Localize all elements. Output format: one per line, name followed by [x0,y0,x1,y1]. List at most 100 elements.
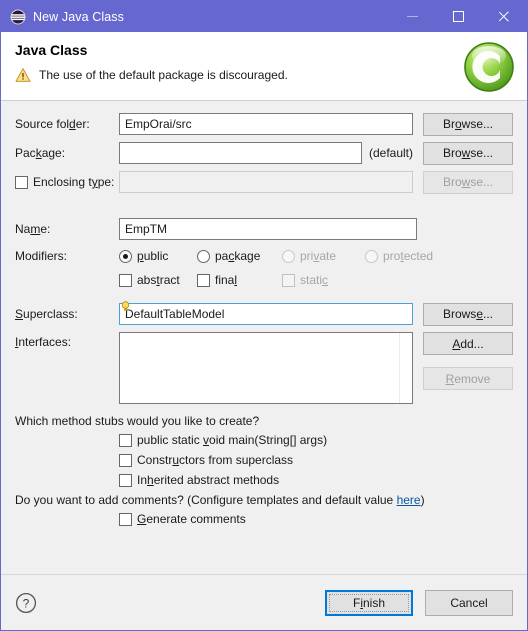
lightbulb-content-assist-icon [121,301,130,312]
mnemonic: I [15,335,19,349]
protected-radio[interactable] [365,249,378,263]
private-label: private [300,249,337,263]
inherited-abstract-label: Inherited abstract methods [137,473,280,487]
mnemonic: t [400,249,404,263]
banner-message-row: The use of the default package is discou… [15,67,288,83]
generate-comments-checkbox[interactable] [119,512,132,526]
enclosing-type-browse-button[interactable]: Browse... [423,170,513,194]
stub-inherited-abstract[interactable]: Inherited abstract methods [15,473,513,487]
enclosing-type-checkbox[interactable] [15,175,28,189]
minimize-icon [406,16,418,17]
abstract-label: abstract [137,273,180,287]
close-button[interactable] [481,1,527,32]
modifier-public[interactable]: public [119,249,197,263]
public-radio[interactable] [119,249,132,263]
superclass-browse-button[interactable]: Browse... [423,302,513,326]
interfaces-remove-button[interactable]: Remove [423,367,513,390]
mnemonic: k [35,146,42,160]
mnemonic: v [313,249,320,263]
name-label: Name: [15,222,51,236]
final-label: final [215,273,238,287]
superclass-row: Superclass: Browse... [15,301,513,326]
mnemonic: u [172,453,180,467]
superclass-input[interactable] [119,303,413,325]
enclosing-type-label-group: Enclosing type: [15,175,119,189]
finish-button[interactable]: Finish [325,589,413,616]
modifier-private[interactable]: private [282,249,365,263]
interfaces-label: Interfaces: [15,335,72,349]
modifier-final[interactable]: final [197,273,282,287]
interfaces-row: Interfaces: Add... Remove [15,332,513,404]
main-method-label: public static void main(String[] args) [137,433,328,447]
superclass-label: Superclass: [15,307,78,321]
java-class-icon [10,9,26,25]
modifier-abstract[interactable]: abstract [119,273,197,287]
modifiers-access-row: Modifiers: public package private protec… [15,247,513,265]
comments-question-text: Do you want to add comments? (Configure … [15,493,397,507]
mnemonic: y [91,175,98,189]
package-row: Package: (default) Browse... [15,141,513,165]
comments-question-tail: ) [420,493,425,507]
source-folder-row: Source folder: Browse... [15,112,513,136]
configure-templates-link[interactable]: here [397,493,421,507]
interfaces-buttons: Add... Remove [413,332,513,402]
method-stubs-question: Which method stubs would you like to cre… [15,414,260,428]
dialog-body: Source folder: Browse... Package: (defau… [1,101,527,574]
maximize-icon [452,11,464,22]
protected-label: protected [383,249,434,263]
window-title: New Java Class [33,9,125,24]
package-radio[interactable] [197,249,210,263]
generate-comments-label: Generate comments [137,512,246,526]
package-label: Package: [15,146,66,160]
package-browse-button[interactable]: Browse... [423,141,513,165]
enclosing-type-input[interactable] [119,171,413,193]
stub-constructors[interactable]: Constructors from superclass [15,453,513,467]
interfaces-list[interactable] [119,332,413,404]
modifier-protected[interactable]: protected [365,249,433,263]
help-question-icon[interactable]: ? [15,592,37,614]
mnemonic: G [137,512,147,526]
mnemonic: c [322,273,329,287]
close-icon [498,10,511,23]
mnemonic: w [461,175,471,189]
mnemonic: R [445,371,455,386]
name-row: Name: [15,218,513,240]
modifier-package[interactable]: package [197,249,282,263]
package-input[interactable] [119,142,362,164]
final-checkbox[interactable] [197,273,210,287]
constructors-label: Constructors from superclass [137,453,294,467]
modifier-static[interactable]: static [282,273,328,287]
package-modifier-label: package [215,249,261,263]
private-radio[interactable] [282,249,295,263]
mnemonic: w [461,146,471,160]
mnemonic: o [454,117,462,131]
mnemonic: p [137,249,144,263]
interfaces-add-button[interactable]: Add... [423,332,513,355]
source-folder-label: Source folder: [15,117,90,131]
svg-text:?: ? [23,596,30,610]
class-name-input[interactable] [119,218,417,240]
main-method-checkbox[interactable] [119,433,132,447]
stub-main-method[interactable]: public static void main(String[] args) [15,433,513,447]
warning-triangle-icon [15,67,31,83]
focus-ring [329,593,409,612]
enclosing-type-row: Enclosing type: Browse... [15,170,513,194]
green-class-c-icon [459,37,519,97]
maximize-button[interactable] [435,1,481,32]
mnemonic: m [30,222,41,236]
source-folder-browse-button[interactable]: Browse... [423,112,513,136]
source-folder-input[interactable] [119,113,413,135]
cancel-button[interactable]: Cancel [425,589,513,616]
constructors-checkbox[interactable] [119,453,132,467]
package-default-note: (default) [368,146,413,160]
minimize-button[interactable] [389,1,435,32]
static-label: static [300,273,329,287]
static-checkbox[interactable] [282,273,295,287]
inherited-abstract-checkbox[interactable] [119,473,132,487]
abstract-checkbox[interactable] [119,273,132,287]
comments-question: Do you want to add comments? (Configure … [15,493,513,507]
dialog-footer: ? Finish Cancel [1,574,527,630]
titlebar: New Java Class [1,1,527,32]
mnemonic: A [452,336,461,351]
stub-generate-comments[interactable]: Generate comments [15,512,513,526]
